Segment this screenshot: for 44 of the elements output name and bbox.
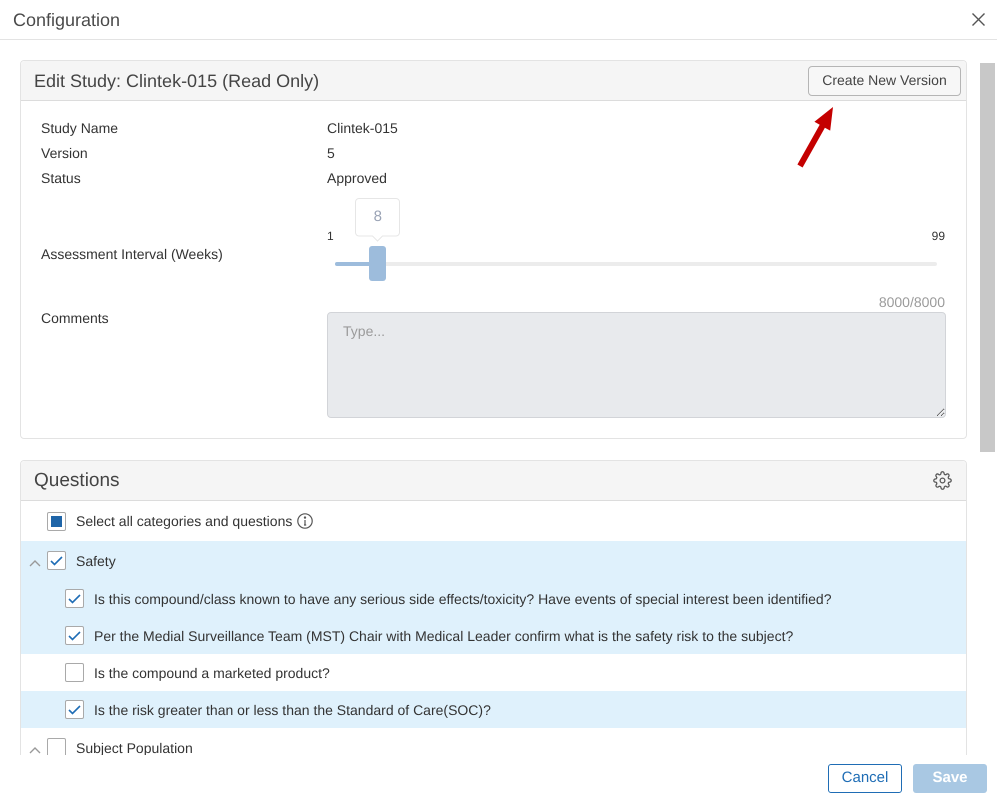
checkbox[interactable]	[65, 589, 84, 608]
settings-icon[interactable]	[933, 471, 952, 490]
arrow-icon	[797, 107, 834, 168]
checkmark-icon	[68, 594, 81, 604]
scrollbar-thumb[interactable]	[980, 63, 995, 452]
slider-thumb[interactable]	[369, 246, 386, 281]
field-value: 5	[327, 144, 335, 163]
card-title: Edit Study: Clintek-015 (Read Only)	[34, 70, 320, 92]
info-icon[interactable]	[297, 513, 314, 529]
checkbox[interactable]	[65, 700, 84, 719]
chevron-up-icon[interactable]	[29, 746, 41, 754]
cancel-button[interactable]: Cancel	[828, 764, 902, 793]
category-label: Safety	[76, 552, 116, 570]
slider[interactable]	[335, 246, 937, 281]
character-counter: 8000/8000	[878, 293, 945, 312]
value-tooltip: 8	[355, 198, 400, 242]
checkbox[interactable]	[47, 512, 66, 530]
slider-min-label: 1	[327, 229, 334, 243]
checkbox[interactable]	[65, 663, 84, 682]
field-label: Status	[41, 169, 82, 188]
create-version-button[interactable]: Create New Version	[808, 66, 961, 96]
checkbox[interactable]	[65, 626, 84, 645]
field-label: Version	[41, 144, 89, 163]
slider-max-label: 99	[932, 229, 945, 243]
checkbox[interactable]	[47, 738, 66, 755]
field-label: Assessment Interval (Weeks)	[41, 246, 223, 262]
question-label: Is the compound a marketed product?	[94, 664, 330, 682]
comments-field[interactable]: Type...	[327, 312, 946, 418]
checkmark-icon	[68, 704, 81, 714]
question-label: Per the Medial Surveillance Team (MST) Chair with Medical Leader confirm what is the safety risk to the subject?	[94, 626, 794, 646]
question-label: Is the risk greater than or less than the Standard of Care(SOC)?	[94, 700, 491, 720]
field-label: Comments	[41, 310, 109, 326]
field-value: Clintek-015	[327, 119, 398, 138]
field-label: Study Name	[41, 119, 120, 138]
field-value: Approved	[327, 169, 387, 188]
dialog-title: Configuration	[13, 8, 120, 30]
checkmark-icon	[68, 630, 81, 640]
select-all-label: Select all categories and questions	[76, 512, 292, 531]
card-title: Questions	[34, 470, 120, 492]
question-label: Is this compound/class known to have any serious side effects/toxicity? Have events of special interest been identified?	[94, 590, 832, 608]
close-icon[interactable]	[972, 13, 985, 26]
square-icon	[51, 516, 62, 526]
checkbox[interactable]	[47, 551, 66, 570]
checkmark-icon	[50, 556, 63, 566]
